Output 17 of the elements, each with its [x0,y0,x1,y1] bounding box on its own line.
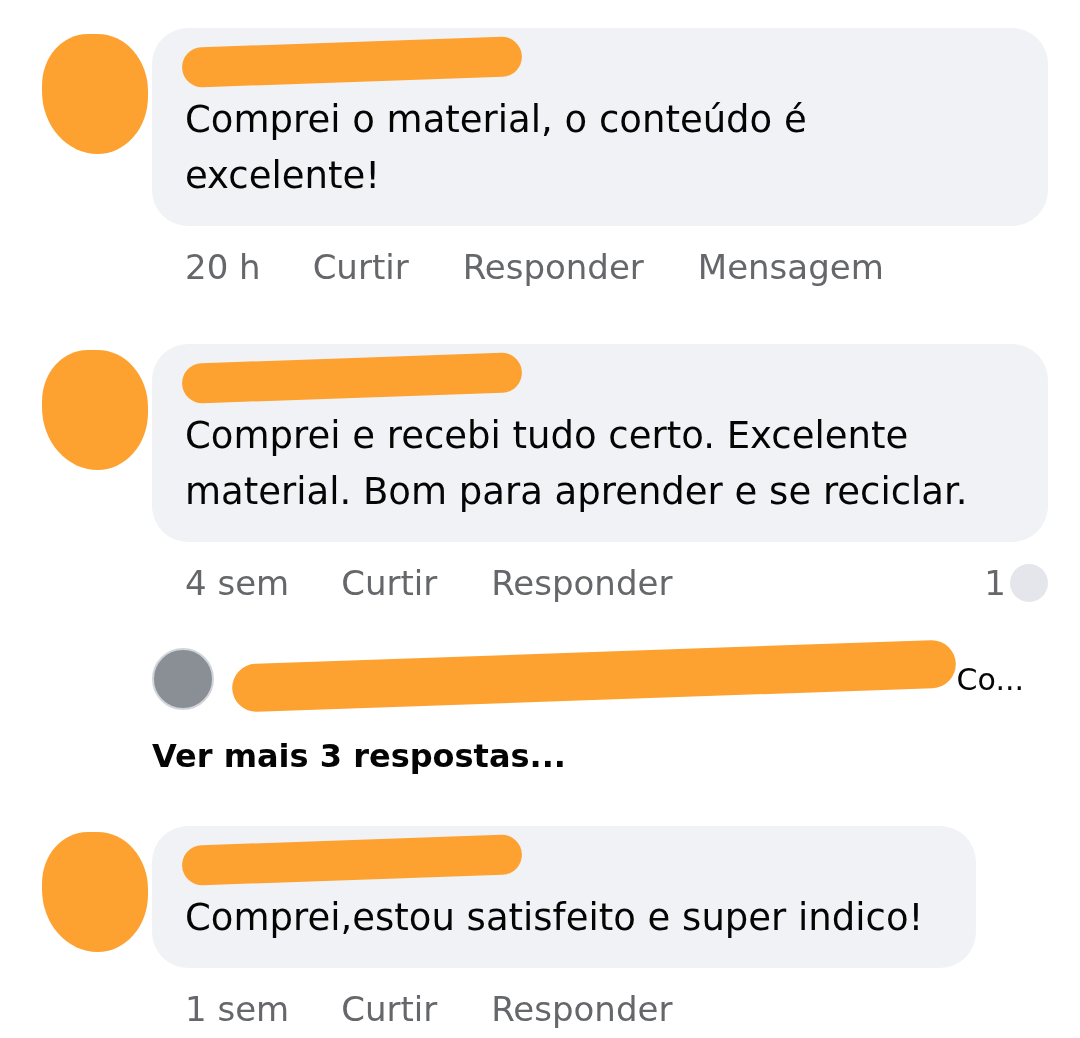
action-link[interactable]: Curtir [312,241,409,293]
more-replies-link[interactable]: Ver mais 3 respostas... [152,732,566,780]
comment-text: Comprei,estou satisfeito e super indico! [185,895,925,941]
action-link[interactable]: Curtir [341,983,438,1035]
reaction-count: 1 [984,561,1006,605]
comment-time: 1 sem [185,987,290,1031]
action-link[interactable]: Mensagem [697,241,884,293]
action-link[interactable]: Responder [462,241,644,293]
action-link[interactable]: Responder [491,983,673,1035]
comment-text: Comprei o material, o conteúdo é excelente! [185,97,808,199]
comment-time: 20 h [185,245,261,289]
reaction-icon [1010,564,1048,602]
action-link[interactable]: Responder [491,557,673,609]
comment-time: 4 sem [185,561,290,605]
action-link[interactable]: Curtir [341,557,438,609]
comment-text: Comprei e recebi tudo certo. Excelente material. Bom para aprender e se reciclar. [185,413,969,515]
reply-text: Co... [956,660,1024,699]
